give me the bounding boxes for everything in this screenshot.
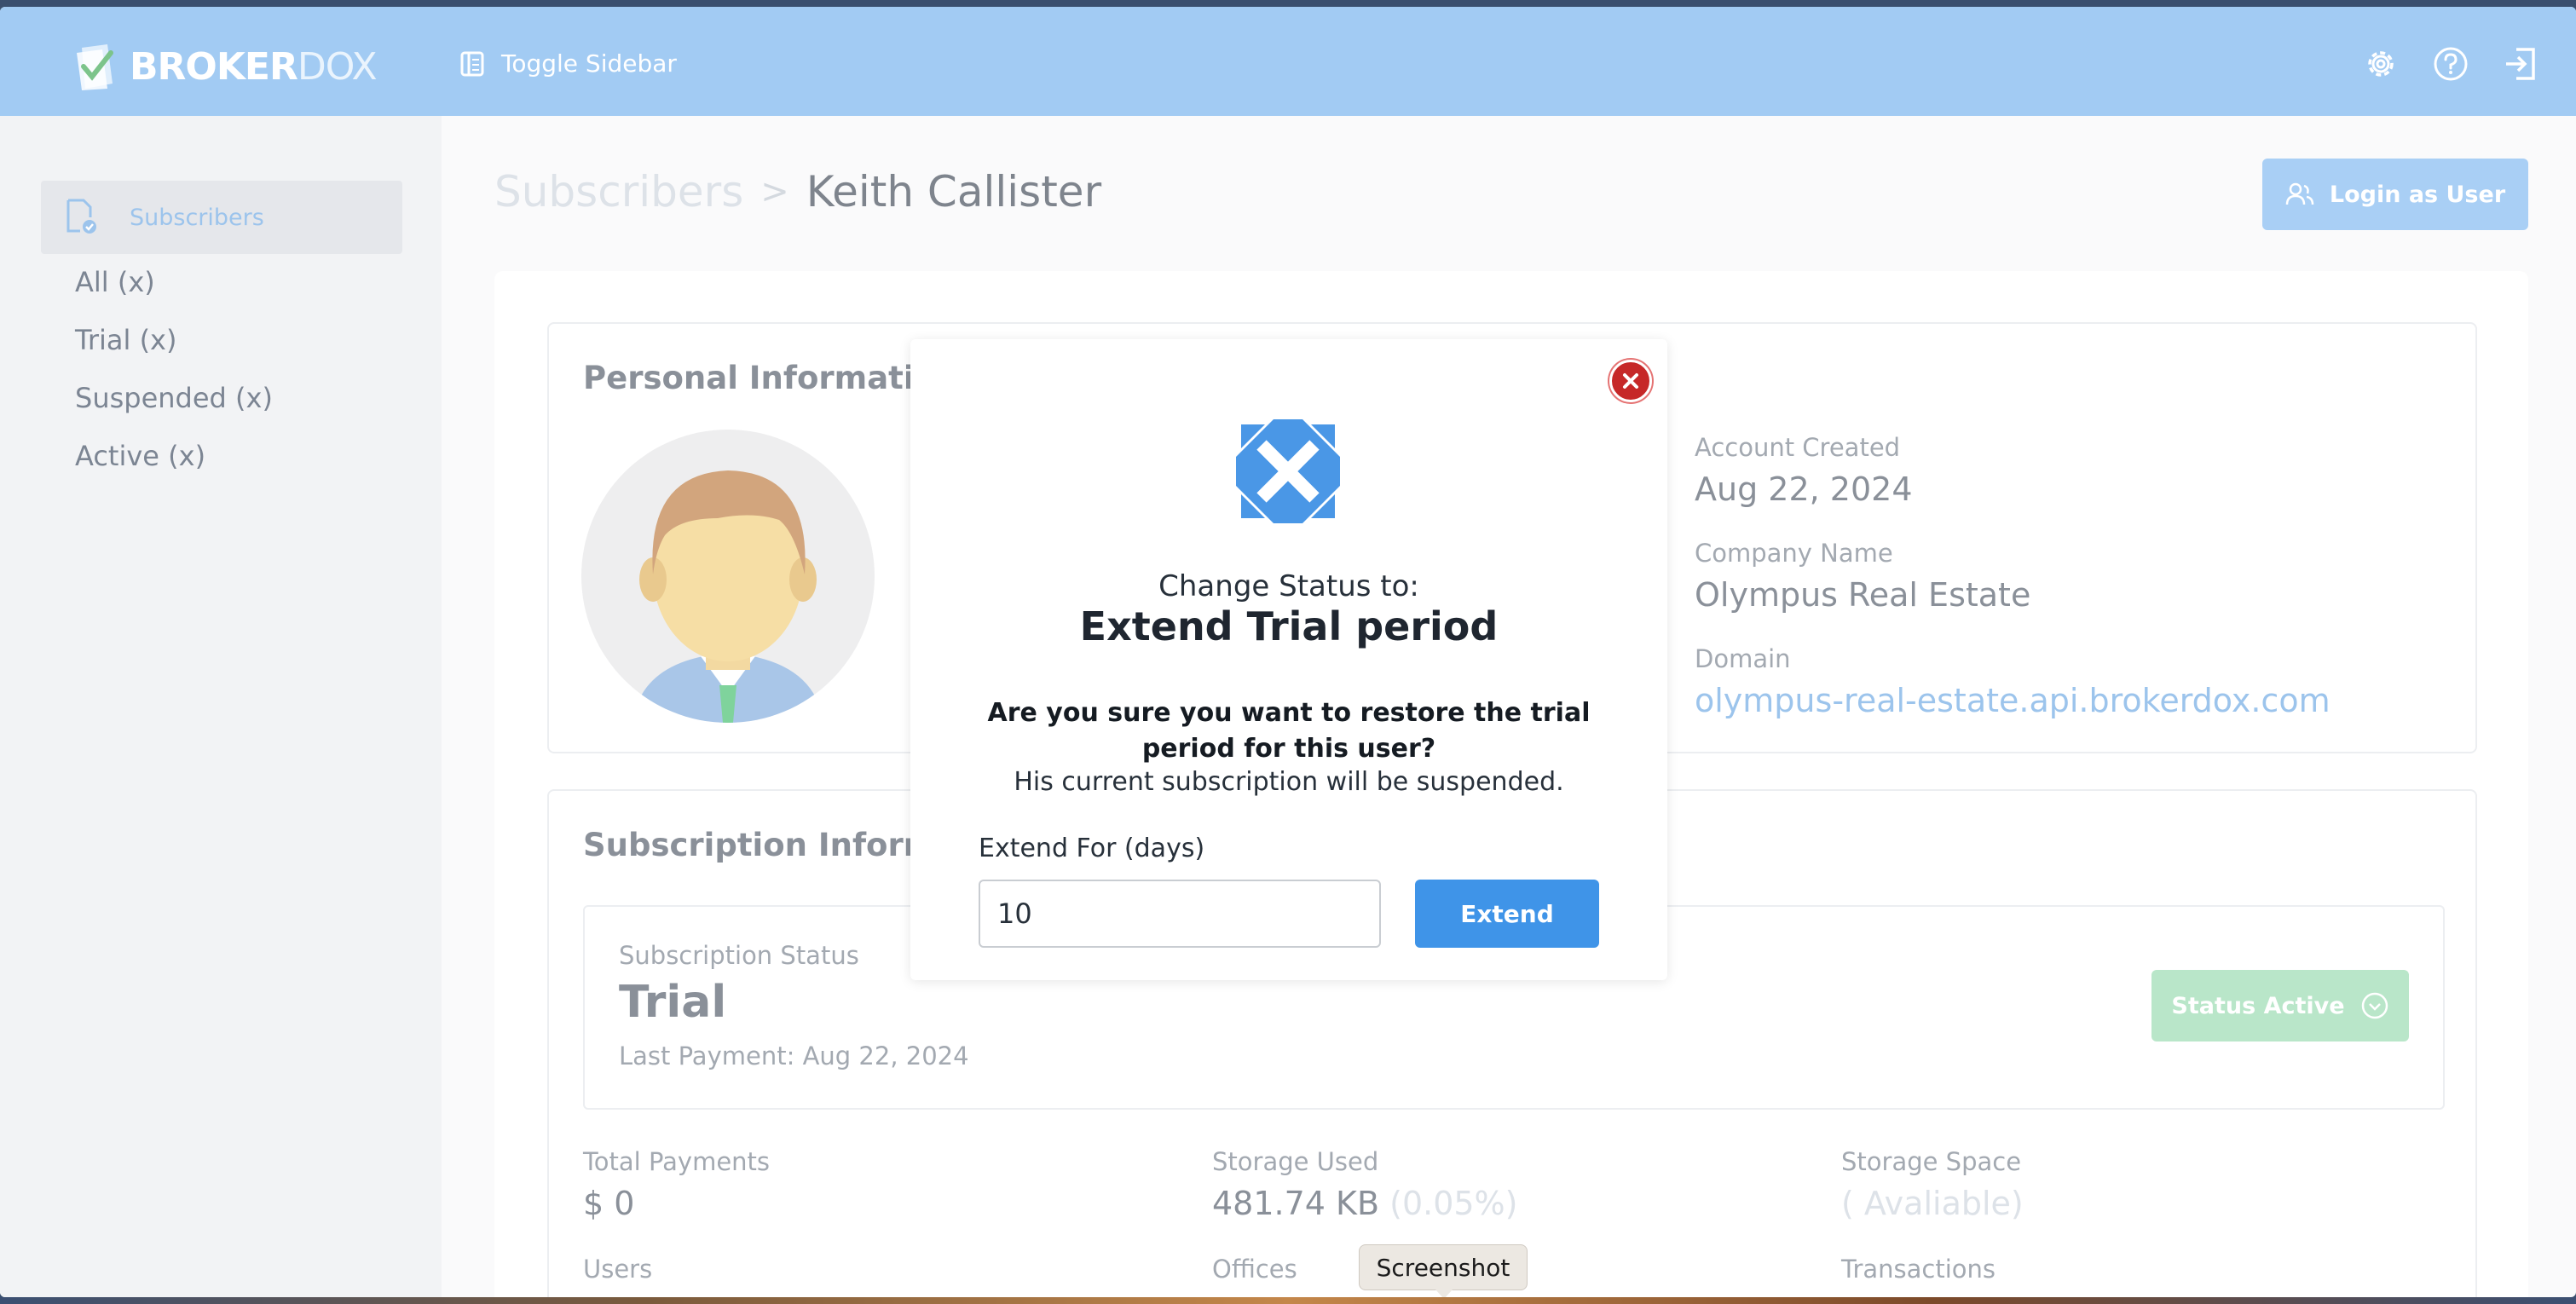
account-created-label: Account Created <box>1695 433 1901 462</box>
expand-arrows-icon <box>1236 419 1340 523</box>
breadcrumb: Subscribers > Keith Callister <box>494 167 1101 216</box>
logo-text: BROKERDOX <box>130 44 378 89</box>
subscription-status-label: Subscription Status <box>619 941 859 970</box>
storage-used-value: 481.74 KB (0.05%) <box>1212 1185 1518 1222</box>
help-icon[interactable] <box>2433 46 2469 82</box>
storage-space-value: ( Avaliable) <box>1841 1185 2024 1222</box>
total-payments-label: Total Payments <box>583 1147 771 1176</box>
users-label: Users <box>583 1255 653 1284</box>
sidebar-item-all[interactable]: All (x) <box>75 266 155 298</box>
logout-icon[interactable] <box>2503 46 2538 82</box>
avatar-illustration-icon <box>632 470 823 723</box>
transactions-label: Transactions <box>1841 1255 1996 1284</box>
app-window: BROKERDOX Toggle Sidebar Subscribers All… <box>0 7 2576 1297</box>
last-payment-text: Last Payment: Aug 22, 2024 <box>619 1041 969 1070</box>
users-icon <box>2285 182 2314 205</box>
breadcrumb-separator: > <box>760 172 789 211</box>
screenshot-tooltip: Screenshot <box>1359 1244 1528 1297</box>
logo-text-light: DOX <box>297 44 378 89</box>
extend-days-label: Extend For (days) <box>979 834 1205 863</box>
logo-mark-icon <box>77 44 113 90</box>
status-active-button[interactable]: Status Active <box>2151 970 2409 1041</box>
domain-link[interactable]: olympus-real-estate.api.brokerdox.com <box>1695 682 2331 719</box>
personal-information-title: Personal Information <box>583 360 959 396</box>
close-button[interactable] <box>1609 360 1652 402</box>
avatar <box>581 430 875 723</box>
chevron-down-circle-icon <box>2361 992 2388 1019</box>
sidebar-item-active[interactable]: Active (x) <box>75 440 205 472</box>
company-name-value: Olympus Real Estate <box>1695 576 2031 614</box>
breadcrumb-parent[interactable]: Subscribers <box>494 167 743 216</box>
storage-space-label: Storage Space <box>1841 1147 2022 1176</box>
sidebar: Subscribers All (x) Trial (x) Suspended … <box>0 116 442 1297</box>
extend-days-input[interactable] <box>979 880 1381 948</box>
domain-label: Domain <box>1695 644 1791 673</box>
extend-button[interactable]: Extend <box>1415 880 1599 948</box>
logo-text-bold: BROKER <box>130 44 298 89</box>
offices-label: Offices <box>1212 1255 1297 1284</box>
status-active-label: Status Active <box>2171 992 2345 1019</box>
account-created-value: Aug 22, 2024 <box>1695 470 1913 508</box>
gear-icon[interactable] <box>2363 46 2399 82</box>
top-bar: BROKERDOX Toggle Sidebar <box>0 7 2576 116</box>
company-name-label: Company Name <box>1695 539 1893 568</box>
sidebar-item-label: Subscribers <box>130 204 264 231</box>
modal-title: Extend Trial period <box>1079 603 1499 649</box>
login-as-user-button[interactable]: Login as User <box>2262 159 2528 230</box>
change-status-modal: Change Status to: Extend Trial period Ar… <box>910 339 1667 980</box>
storage-used-amount: 481.74 KB <box>1212 1185 1380 1222</box>
file-check-icon <box>66 199 96 234</box>
desktop-dock-strip <box>0 1297 2576 1304</box>
total-payments-value: $ 0 <box>583 1185 635 1222</box>
login-as-user-label: Login as User <box>2329 181 2506 208</box>
modal-note: His current subscription will be suspend… <box>1014 767 1564 797</box>
modal-question: Are you sure you want to restore the tri… <box>987 698 1591 764</box>
page-title: Keith Callister <box>806 167 1102 216</box>
brokerdox-logo[interactable]: BROKERDOX <box>73 41 378 92</box>
storage-used-percent: (0.05%) <box>1389 1185 1518 1222</box>
sidebar-item-trial[interactable]: Trial (x) <box>75 324 176 356</box>
storage-used-label: Storage Used <box>1212 1147 1379 1176</box>
toggle-sidebar-label: Toggle Sidebar <box>501 49 677 78</box>
sidebar-item-subscribers[interactable]: Subscribers <box>41 181 402 254</box>
close-icon <box>1623 373 1638 389</box>
subscription-status-value: Trial <box>619 977 727 1028</box>
sidebar-item-suspended[interactable]: Suspended (x) <box>75 382 273 414</box>
sidebar-icon <box>460 51 484 76</box>
toggle-sidebar-button[interactable]: Toggle Sidebar <box>460 49 677 78</box>
top-icons <box>2363 46 2538 82</box>
modal-subtitle: Change Status to: <box>1158 569 1419 603</box>
